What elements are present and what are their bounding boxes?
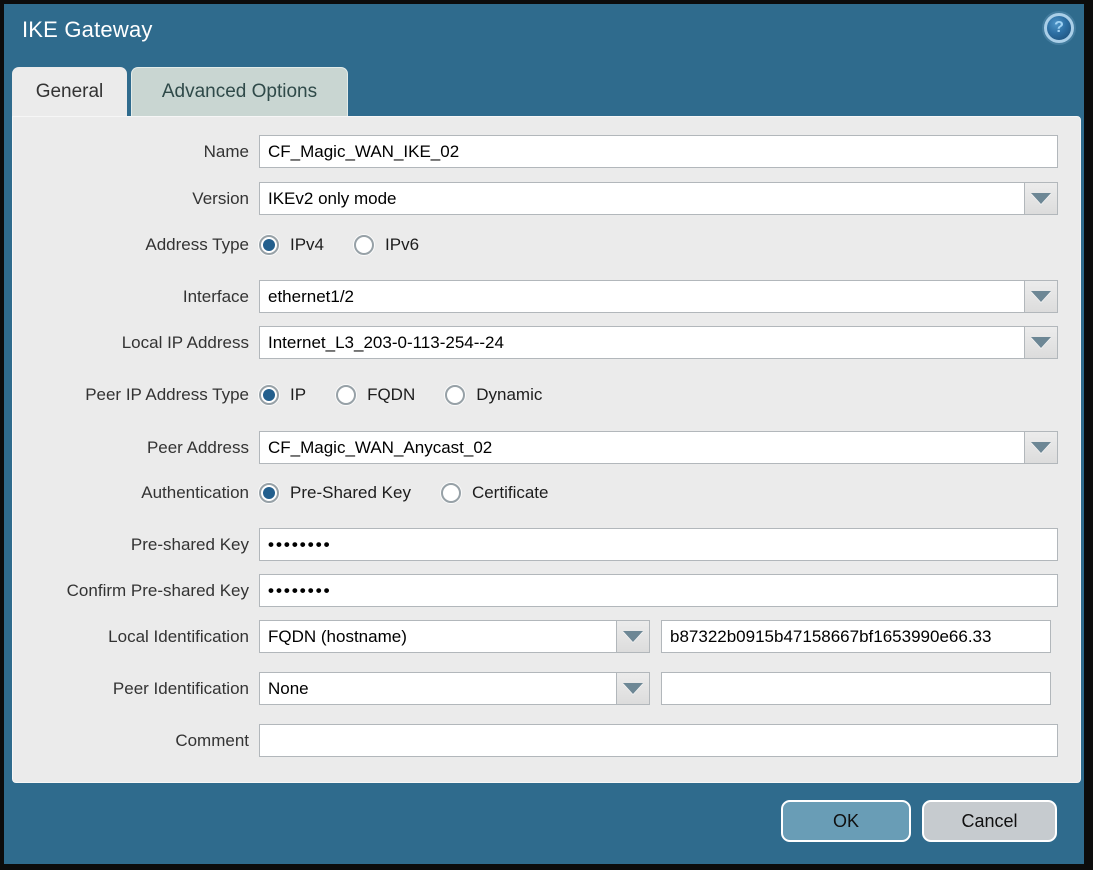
address-type-row: Address Type IPv4 IPv6	[13, 228, 1080, 261]
peer-identification-value-input[interactable]	[661, 672, 1051, 705]
comment-input[interactable]	[259, 724, 1058, 757]
authentication-label: Authentication	[13, 483, 259, 503]
radio-option-ipv4[interactable]: IPv4	[259, 228, 324, 261]
general-tab-panel: Name Version Address Type	[12, 116, 1081, 783]
radio-option-certificate[interactable]: Certificate	[441, 476, 549, 509]
version-dropdown-button[interactable]	[1025, 182, 1058, 215]
interface-dropdown-button[interactable]	[1025, 280, 1058, 313]
interface-label: Interface	[13, 287, 259, 307]
radio-option-ipv6[interactable]: IPv6	[354, 228, 419, 261]
preshared-key-label: Pre-shared Key	[13, 535, 259, 555]
radio-ipv4-label: IPv4	[290, 235, 324, 255]
radio-option-ip[interactable]: IP	[259, 378, 306, 411]
radio-preshared-key-icon[interactable]	[259, 483, 279, 503]
authentication-row: Authentication Pre-Shared Key Certificat…	[13, 476, 1080, 509]
local-ip-row: Local IP Address	[13, 326, 1080, 359]
chevron-down-icon	[1031, 291, 1051, 302]
screen: IKE Gateway ? General Advanced Options N…	[0, 0, 1093, 870]
comment-label: Comment	[13, 731, 259, 751]
peer-address-select[interactable]	[259, 431, 1025, 464]
chevron-down-icon	[1031, 337, 1051, 348]
local-ip-dropdown-button[interactable]	[1025, 326, 1058, 359]
peer-ip-type-row: Peer IP Address Type IP FQDN Dynamic	[13, 378, 1080, 411]
radio-preshared-key-label: Pre-Shared Key	[290, 483, 411, 503]
help-icon[interactable]: ?	[1044, 13, 1074, 43]
peer-address-label: Peer Address	[13, 438, 259, 458]
dialog-title: IKE Gateway	[22, 17, 153, 43]
radio-fqdn-icon[interactable]	[336, 385, 356, 405]
peer-identification-label: Peer Identification	[13, 679, 259, 699]
preshared-key-row: Pre-shared Key	[13, 528, 1080, 561]
radio-ipv6-label: IPv6	[385, 235, 419, 255]
version-label: Version	[13, 189, 259, 209]
peer-address-row: Peer Address	[13, 431, 1080, 464]
peer-address-dropdown-button[interactable]	[1025, 431, 1058, 464]
comment-row: Comment	[13, 724, 1080, 757]
radio-fqdn-label: FQDN	[367, 385, 415, 405]
local-identification-row: Local Identification	[13, 620, 1080, 653]
radio-ip-icon[interactable]	[259, 385, 279, 405]
local-ip-label: Local IP Address	[13, 333, 259, 353]
chevron-down-icon	[1031, 442, 1051, 453]
cancel-button[interactable]: Cancel	[922, 800, 1057, 842]
radio-ipv6-icon[interactable]	[354, 235, 374, 255]
local-identification-dropdown-button[interactable]	[617, 620, 650, 653]
chevron-down-icon	[623, 631, 643, 642]
peer-identification-row: Peer Identification	[13, 672, 1080, 705]
radio-dynamic-label: Dynamic	[476, 385, 542, 405]
tab-bar: General Advanced Options	[12, 67, 348, 116]
confirm-preshared-key-label: Confirm Pre-shared Key	[13, 581, 259, 601]
interface-row: Interface	[13, 280, 1080, 313]
peer-identification-type-select[interactable]	[259, 672, 617, 705]
ike-gateway-dialog: IKE Gateway ? General Advanced Options N…	[4, 4, 1084, 864]
radio-ipv4-icon[interactable]	[259, 235, 279, 255]
ok-button[interactable]: OK	[781, 800, 911, 842]
peer-identification-dropdown-button[interactable]	[617, 672, 650, 705]
address-type-label: Address Type	[13, 235, 259, 255]
preshared-key-input[interactable]	[259, 528, 1058, 561]
tab-advanced-options[interactable]: Advanced Options	[131, 67, 348, 116]
version-row: Version	[13, 182, 1080, 215]
radio-option-fqdn[interactable]: FQDN	[336, 378, 415, 411]
name-label: Name	[13, 142, 259, 162]
peer-ip-type-label: Peer IP Address Type	[13, 385, 259, 405]
name-input[interactable]	[259, 135, 1058, 168]
name-row: Name	[13, 135, 1080, 168]
interface-select[interactable]	[259, 280, 1025, 313]
radio-ip-label: IP	[290, 385, 306, 405]
local-ip-select[interactable]	[259, 326, 1025, 359]
local-identification-type-select[interactable]	[259, 620, 617, 653]
local-identification-value-input[interactable]	[661, 620, 1051, 653]
radio-option-preshared-key[interactable]: Pre-Shared Key	[259, 476, 411, 509]
radio-certificate-label: Certificate	[472, 483, 549, 503]
local-identification-label: Local Identification	[13, 627, 259, 647]
confirm-preshared-key-row: Confirm Pre-shared Key	[13, 574, 1080, 607]
confirm-preshared-key-input[interactable]	[259, 574, 1058, 607]
radio-dynamic-icon[interactable]	[445, 385, 465, 405]
radio-certificate-icon[interactable]	[441, 483, 461, 503]
radio-option-dynamic[interactable]: Dynamic	[445, 378, 542, 411]
tab-general[interactable]: General	[12, 67, 127, 116]
chevron-down-icon	[623, 683, 643, 694]
version-select[interactable]	[259, 182, 1025, 215]
chevron-down-icon	[1031, 193, 1051, 204]
